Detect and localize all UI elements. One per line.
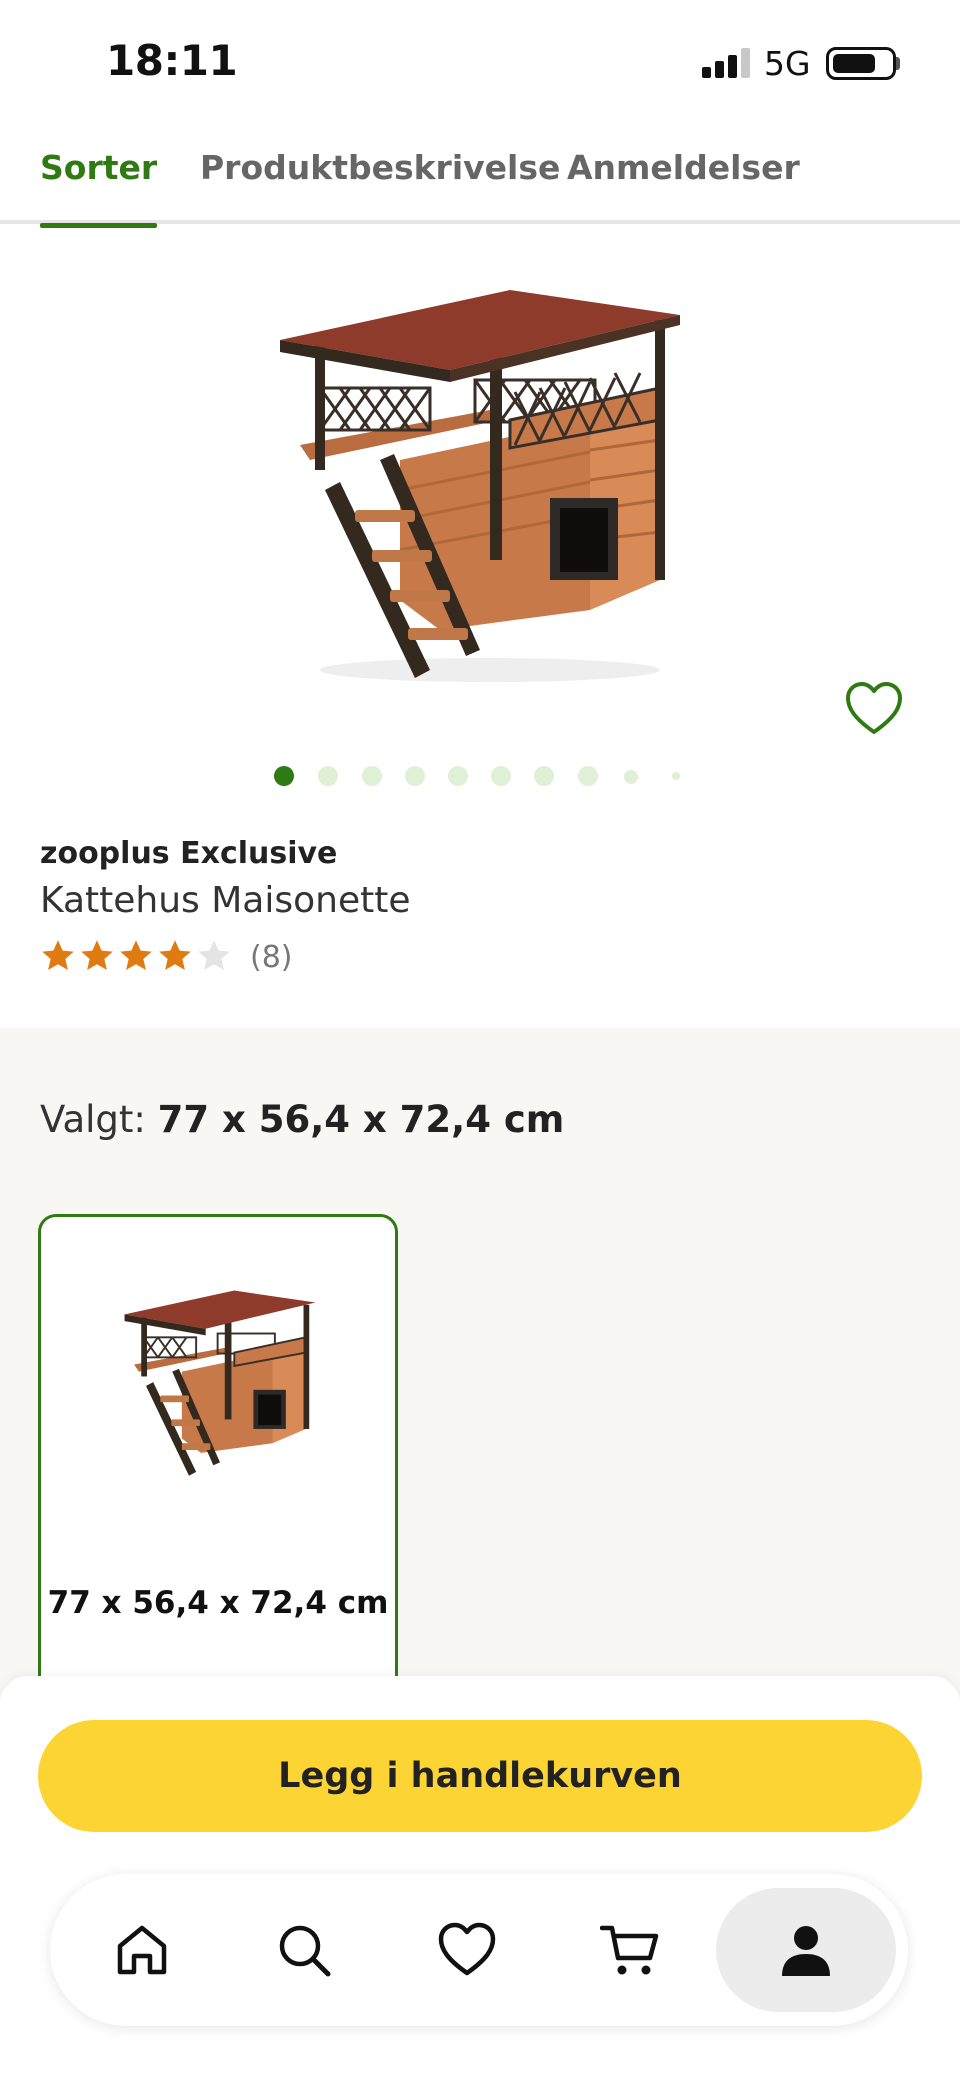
carousel-dot[interactable] [672,772,680,780]
nav-account[interactable] [716,1888,896,2012]
variant-option-card[interactable]: 77 x 56,4 x 72,4 cm [38,1214,398,1734]
carousel-dot-active[interactable] [274,766,294,786]
carousel-dot[interactable] [624,770,638,784]
carousel-dot[interactable] [578,766,598,786]
variant-option-label: 77 x 56,4 x 72,4 cm [47,1585,389,1621]
nav-search[interactable] [242,1888,366,2012]
status-time: 18:11 [106,36,238,85]
signal-icon [702,48,750,78]
nav-favorites[interactable] [405,1888,529,2012]
star-filled-icon [159,940,191,970]
product-image-carousel[interactable] [0,230,960,770]
cart-icon [600,1925,659,1975]
product-tabs: Sorter Produktbeskrivelse Anmeldelser [0,138,960,228]
bottom-navigation [50,1874,908,2026]
network-label: 5G [764,44,811,83]
variant-image [124,1290,316,1476]
product-title: Kattehus Maisonette [40,880,411,921]
nav-cart[interactable] [568,1888,692,2012]
add-to-cart-button[interactable]: Legg i handlekurven [38,1720,922,1832]
star-filled-icon [120,940,152,970]
selected-variant: Valgt: 77 x 56,4 x 72,4 cm [40,1098,564,1141]
battery-icon [826,47,896,80]
user-icon [782,1926,830,1976]
bottom-panel: Legg i handlekurven [0,1676,960,2078]
heart-icon [846,682,902,734]
battery-cap [896,57,900,70]
tab-anmeldelser[interactable]: Anmeldelser [567,148,800,224]
selected-value: 77 x 56,4 x 72,4 cm [157,1098,565,1141]
product-page: 18:11 5G Sorter Produktbeskrivelse Anmel… [0,0,960,2078]
selected-prefix: Valgt: [40,1098,158,1141]
product-rating[interactable]: (8) [40,938,340,978]
carousel-dot[interactable] [362,766,382,786]
carousel-dot[interactable] [405,766,425,786]
star-filled-icon [42,940,74,970]
status-bar: 18:11 5G [0,0,960,120]
search-icon [279,1925,331,1977]
carousel-dot[interactable] [534,766,554,786]
review-count[interactable]: (8) [250,940,293,975]
home-icon [117,1925,167,1975]
product-image [280,290,680,682]
tab-produktbeskrivelse[interactable]: Produktbeskrivelse [200,148,560,224]
favorite-button[interactable] [844,680,904,736]
carousel-dot[interactable] [448,766,468,786]
carousel-dot[interactable] [318,766,338,786]
carousel-indicator [0,766,960,786]
nav-home[interactable] [80,1888,204,2012]
heart-icon [438,1922,496,1976]
tab-sorter[interactable]: Sorter [40,148,158,228]
product-brand[interactable]: zooplus Exclusive [40,836,337,871]
star-empty-icon [198,940,230,970]
carousel-dot[interactable] [491,766,511,786]
star-filled-icon [81,940,113,970]
